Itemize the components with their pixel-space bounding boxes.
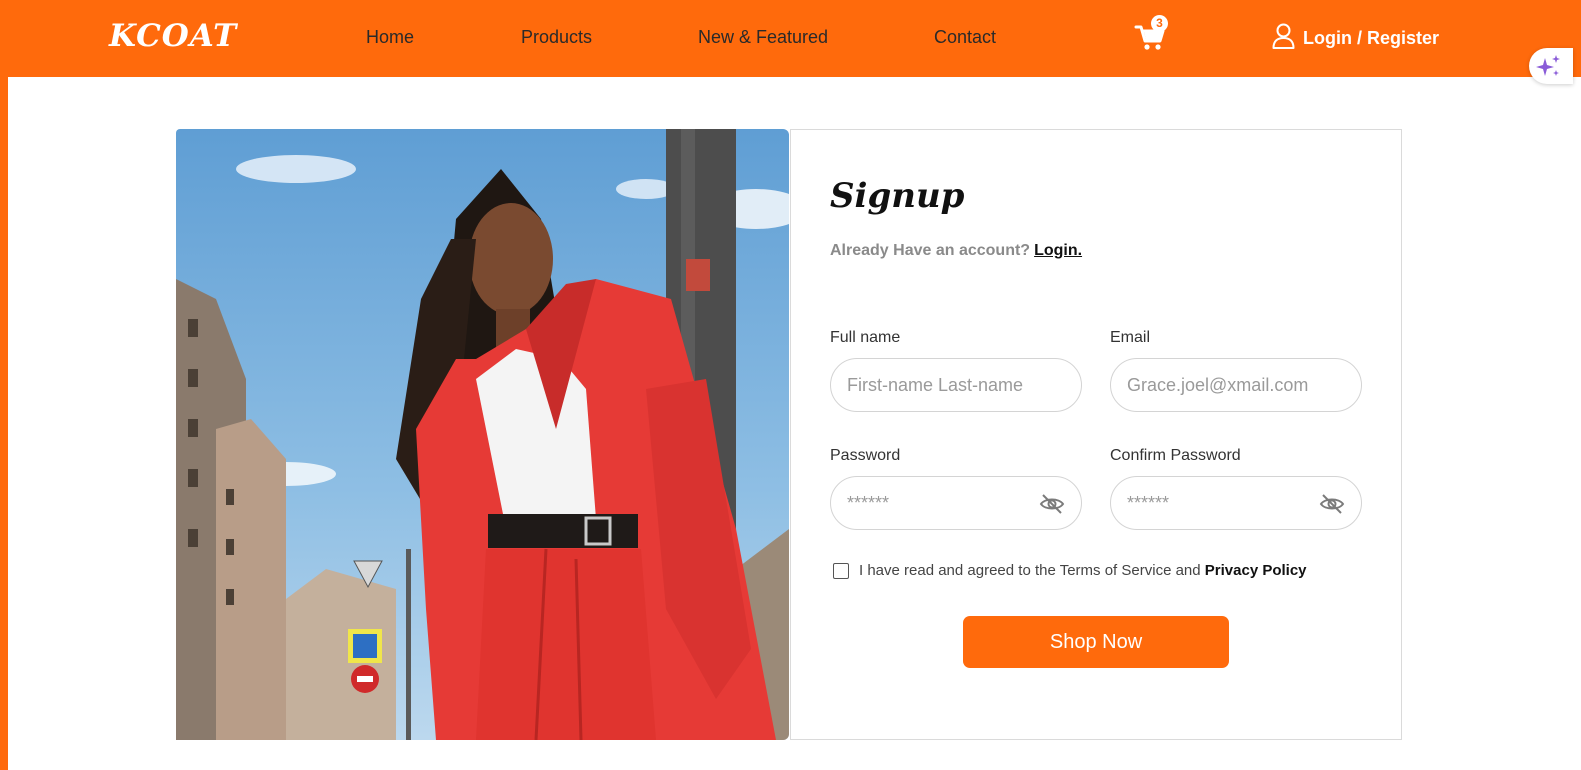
sparkle-icon — [1529, 55, 1573, 88]
terms-agreement: I have read and agreed to the Terms of S… — [833, 562, 1307, 579]
brand-logo[interactable]: KCOAT — [109, 18, 237, 54]
ai-assistant-button[interactable] — [1529, 48, 1573, 84]
main-content: Signup Already Have an account? Login. Fu… — [8, 77, 1581, 770]
password-label: Password — [830, 447, 901, 464]
login-register-link[interactable]: Login / Register — [1272, 23, 1440, 54]
confirm-password-field[interactable] — [1110, 476, 1362, 530]
account-prompt: Already Have an account? Login. — [830, 242, 1082, 260]
nav-contact[interactable]: Contact — [934, 27, 996, 48]
password-input[interactable] — [847, 477, 1042, 529]
user-icon — [1272, 23, 1295, 54]
nav-new-featured[interactable]: New & Featured — [698, 27, 828, 48]
full-name-label: Full name — [830, 329, 901, 346]
full-name-input[interactable] — [847, 359, 1042, 411]
email-input[interactable] — [1127, 359, 1322, 411]
account-prompt-text: Already Have an account? — [830, 242, 1031, 259]
full-name-field[interactable] — [830, 358, 1082, 412]
nav-home[interactable]: Home — [366, 27, 414, 48]
password-field[interactable] — [830, 476, 1082, 530]
top-navbar: KCOAT Home Products New & Featured Conta… — [0, 0, 1581, 77]
eye-slash-icon[interactable] — [1039, 492, 1065, 516]
signup-card: Signup Already Have an account? Login. Fu… — [790, 129, 1402, 740]
nav-products[interactable]: Products — [521, 27, 592, 48]
email-label: Email — [1110, 329, 1151, 346]
terms-text: I have read and agreed to the Terms of S… — [859, 562, 1307, 579]
cart-count-badge: 3 — [1151, 15, 1168, 32]
email-field[interactable] — [1110, 358, 1362, 412]
signup-title: Signup — [830, 176, 965, 216]
login-link[interactable]: Login. — [1034, 242, 1082, 259]
eye-slash-icon[interactable] — [1319, 492, 1345, 516]
privacy-policy-link[interactable]: Privacy Policy — [1205, 562, 1307, 579]
fashion-model-photo — [176, 129, 789, 740]
terms-checkbox[interactable] — [833, 562, 849, 579]
terms-text-main: I have read and agreed to the Terms of S… — [859, 562, 1201, 579]
login-register-label: Login / Register — [1303, 27, 1440, 48]
confirm-password-input[interactable] — [1127, 477, 1322, 529]
shop-now-button[interactable]: Shop Now — [963, 616, 1229, 668]
confirm-password-label: Confirm Password — [1110, 447, 1241, 464]
